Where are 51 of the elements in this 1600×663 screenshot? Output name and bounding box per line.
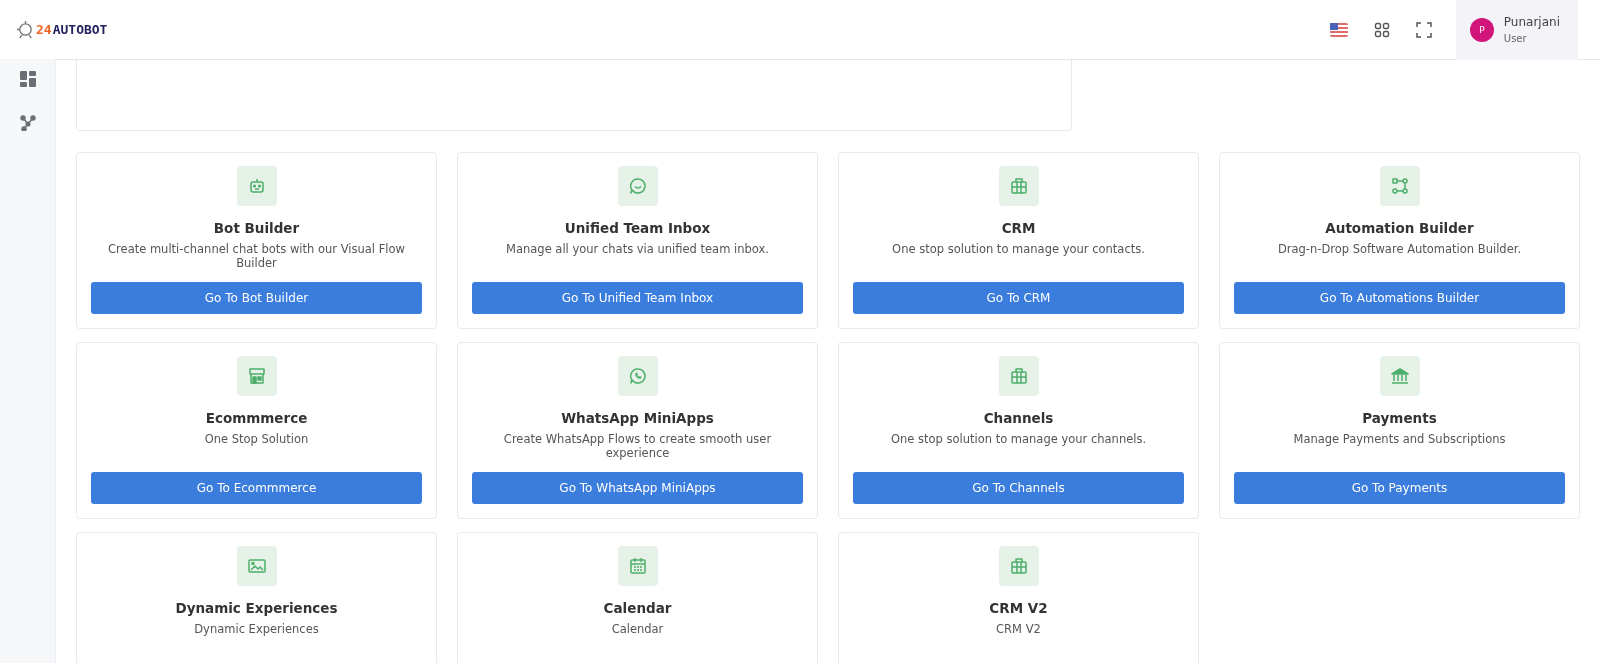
briefcase-icon (998, 356, 1039, 396)
go-to-button[interactable]: Go To WhatsApp MiniApps (472, 472, 803, 504)
dashboard-icon[interactable] (19, 71, 36, 87)
apps-grid-icon[interactable] (1373, 21, 1390, 38)
briefcase-icon (998, 166, 1039, 206)
calendar-icon (617, 546, 658, 586)
briefcase-icon (998, 546, 1039, 586)
go-to-button[interactable]: Go To Automations Builder (1234, 282, 1565, 314)
card-title: Automation Builder (1325, 220, 1474, 236)
card-description: Calendar (611, 622, 664, 636)
go-to-button[interactable]: Go To Payments (1234, 472, 1565, 504)
card-description: Create WhatsApp Flows to create smooth user experience (502, 432, 773, 460)
card-title: Bot Builder (213, 220, 300, 236)
card-title: Payments (1362, 410, 1437, 426)
image-icon (236, 546, 277, 586)
user-role: User (1503, 33, 1528, 44)
user-name: Punarjani (1503, 15, 1560, 29)
card-description: Manage all your chats via unified team inbox. (506, 242, 769, 256)
card-title: Unified Team Inbox (564, 220, 711, 236)
card-title: Channels (983, 410, 1054, 426)
whatsapp-icon (617, 356, 658, 396)
bank-icon (1379, 356, 1420, 396)
card-description: Drag-n-Drop Software Automation Builder. (1277, 242, 1522, 256)
card-description: One stop solution to manage your contacts. (892, 242, 1145, 256)
card-title: Ecommmerce (205, 410, 308, 426)
fullscreen-icon[interactable] (1415, 21, 1432, 38)
go-to-button[interactable]: Go To Bot Builder (91, 282, 422, 314)
go-to-button[interactable]: Go To Unified Team Inbox (472, 282, 803, 314)
store-icon (236, 356, 277, 396)
go-to-button[interactable]: Go To CRM (853, 282, 1184, 314)
us-flag-icon[interactable] (1329, 22, 1348, 37)
card-title: Calendar (603, 600, 672, 616)
card-title: CRM V2 (989, 600, 1048, 616)
user-menu[interactable]: P Punarjani User (1455, 0, 1578, 60)
card-title: Dynamic Experiences (175, 600, 338, 616)
nodes-icon[interactable] (19, 115, 36, 131)
card-description: One Stop Solution (204, 432, 309, 446)
card-title: WhatsApp MiniApps (561, 410, 714, 426)
card-title: CRM (1001, 220, 1036, 236)
chat-icon (617, 166, 658, 206)
card-description: Create multi-channel chat bots with our Visual Flow Builder (107, 242, 406, 270)
card-description: Dynamic Experiences (194, 622, 319, 636)
robot-icon (236, 166, 277, 206)
go-to-button[interactable]: Go To Ecommmerce (91, 472, 422, 504)
user-avatar: P (1469, 17, 1494, 42)
go-to-button[interactable]: Go To Channels (853, 472, 1184, 504)
flow-icon (1379, 166, 1420, 206)
logo[interactable]: 24AUTOBOT (16, 20, 108, 39)
card-description: CRM V2 (996, 622, 1041, 636)
card-description: Manage Payments and Subscriptions (1293, 432, 1506, 446)
card-description: One stop solution to manage your channels. (890, 432, 1147, 446)
